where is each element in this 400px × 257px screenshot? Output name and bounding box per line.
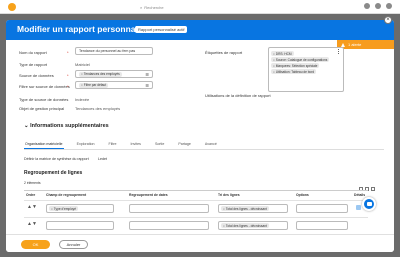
sort-input[interactable]: × Total des lignes - décroissant xyxy=(218,221,288,230)
list-icon[interactable]: ☰ xyxy=(145,72,149,77)
workday-logo-icon[interactable] xyxy=(8,3,16,11)
tags-label: Étiquettes de rapport xyxy=(205,50,243,55)
remove-icon[interactable]: × xyxy=(273,52,275,56)
tab-organisation[interactable]: Organisation matricielle xyxy=(24,142,64,149)
sort-input[interactable]: × Total des lignes - décroissant xyxy=(218,204,288,213)
col-header: Tri des lignes xyxy=(218,193,240,197)
global-top-bar: ⌕ Recherche xyxy=(0,0,400,14)
business-object-label: Objet de gestion principal xyxy=(19,106,65,111)
tab-advanced[interactable]: Avancé xyxy=(204,142,218,149)
required-marker: * xyxy=(67,84,69,89)
ok-button[interactable]: OK xyxy=(21,240,50,249)
grouping-title: Regroupement de lignes xyxy=(24,170,83,176)
remove-icon[interactable]: × xyxy=(273,70,275,74)
tab-output[interactable]: Sortie xyxy=(154,142,165,149)
alert-banner[interactable]: 1 alerte xyxy=(337,40,394,49)
row-order[interactable]: ▲▼ xyxy=(27,204,37,210)
grouping-field-input[interactable]: × Type d'employé xyxy=(46,204,114,213)
tag-chip[interactable]: × Marquees: Sélection spéciale xyxy=(271,63,320,68)
list-icon[interactable]: ☰ xyxy=(145,83,149,88)
filter-label: Filtre sur source de données xyxy=(19,84,70,89)
inbox-icon[interactable] xyxy=(375,3,381,9)
dialog-footer: OK Annuler xyxy=(6,234,394,252)
remove-icon[interactable]: × xyxy=(51,207,53,211)
tab-filter[interactable]: Filtre xyxy=(108,142,118,149)
remove-icon[interactable]: × xyxy=(273,64,275,68)
tab-prompts[interactable]: Invites xyxy=(130,142,142,149)
global-search[interactable]: ⌕ Recherche xyxy=(140,3,164,11)
avatar[interactable] xyxy=(386,3,392,9)
filter-input[interactable]: × Filtre par défaut ☰ xyxy=(75,81,153,89)
status-badge: Rapport personnalisé actif xyxy=(135,26,188,33)
additional-info-title: Informations supplémentaires xyxy=(30,123,109,129)
usage-label: Utilisations de la définition de rapport xyxy=(205,93,271,98)
notifications-icon[interactable] xyxy=(364,3,370,9)
chevron-down-icon: ⌄ xyxy=(24,123,29,129)
row-order[interactable]: ▲▼ xyxy=(27,221,37,227)
source-type-label: Type de source de données xyxy=(19,97,69,102)
options-input[interactable] xyxy=(296,221,348,230)
data-source-input[interactable]: × Tendances des employés ☰ xyxy=(75,70,153,78)
col-header: Options xyxy=(296,193,309,197)
report-type-value: Matriciel xyxy=(75,62,90,67)
remove-icon[interactable]: × xyxy=(223,224,225,228)
tab-exploration[interactable]: Exploration xyxy=(76,142,96,149)
required-marker: * xyxy=(67,73,69,78)
report-type-label: Type de rapport xyxy=(19,62,48,67)
col-header: Détails xyxy=(354,193,366,197)
details-icon[interactable] xyxy=(356,205,361,210)
item-count: 2 éléments xyxy=(24,181,41,185)
field-chip[interactable]: × Type d'employé xyxy=(49,206,78,211)
col-header: Regroupement de dates xyxy=(129,193,168,197)
help-assistant-icon[interactable] xyxy=(362,197,376,211)
col-header: Champ de regroupement xyxy=(46,193,87,197)
options-input[interactable] xyxy=(296,204,348,213)
business-object-value: Tendances des employés xyxy=(75,106,121,111)
date-grouping-input[interactable] xyxy=(129,204,209,213)
tag-chip[interactable]: × Utilisation: Tableau de bord xyxy=(271,69,317,74)
remove-icon[interactable]: × xyxy=(81,72,83,76)
cancel-button[interactable]: Annuler xyxy=(59,240,88,249)
warning-icon xyxy=(341,42,345,47)
tag-chip[interactable]: × DRS: HCM xyxy=(271,51,294,56)
matrix-sync-value: Ledet xyxy=(98,157,107,161)
table-row: ▲▼ × Type d'employé × Total des lignes - d… xyxy=(24,200,368,216)
remove-icon[interactable]: × xyxy=(273,58,275,62)
report-tabs: Organisation matricielle Exploration Fil… xyxy=(24,142,384,150)
grouping-field-input[interactable] xyxy=(46,221,114,230)
matrix-sync-label: Définir la matrice de synthèse du rappor… xyxy=(24,157,89,161)
list-icon[interactable] xyxy=(338,49,341,54)
sort-chip[interactable]: × Total des lignes - décroissant xyxy=(221,206,269,211)
data-source-label: Source de données xyxy=(19,73,54,78)
edit-report-dialog: Modifier un rapport personnalisé Rapport… xyxy=(6,20,394,252)
filter-chip[interactable]: × Filtre par défaut xyxy=(79,82,109,88)
data-source-chip[interactable]: × Tendances des employés xyxy=(79,71,122,77)
tab-sharing[interactable]: Partage xyxy=(177,142,192,149)
sort-chip[interactable]: × Total des lignes - décroissant xyxy=(221,223,269,228)
alert-label: 1 alerte xyxy=(348,42,362,47)
remove-icon[interactable]: × xyxy=(81,83,83,87)
table-row: ▲▼ × Total des lignes - décroissant xyxy=(24,217,368,233)
tag-chip[interactable]: × Source: Catalogue de configurations xyxy=(271,57,330,62)
col-header: Ordre xyxy=(26,193,36,197)
section-toggle[interactable]: ⌄ Informations supplémentaires xyxy=(24,123,109,129)
report-name-label: Nom du rapport xyxy=(19,50,47,55)
report-name-input[interactable]: Tendance du personnel au fem pas xyxy=(75,47,153,55)
dialog-header: Modifier un rapport personnalisé Rapport… xyxy=(6,20,394,40)
close-icon[interactable]: × xyxy=(384,16,392,24)
tags-input[interactable]: × DRS: HCM × Source: Catalogue de configur… xyxy=(268,47,344,92)
remove-icon[interactable]: × xyxy=(223,207,225,211)
fullscreen-icon[interactable] xyxy=(371,187,375,191)
source-type-value: Indexée xyxy=(75,97,90,102)
search-icon: ⌕ xyxy=(140,4,143,10)
dialog-title: Modifier un rapport personnalisé xyxy=(17,24,150,34)
required-marker: * xyxy=(67,50,69,55)
search-label: Recherche xyxy=(144,4,164,10)
date-grouping-input[interactable] xyxy=(129,221,209,230)
